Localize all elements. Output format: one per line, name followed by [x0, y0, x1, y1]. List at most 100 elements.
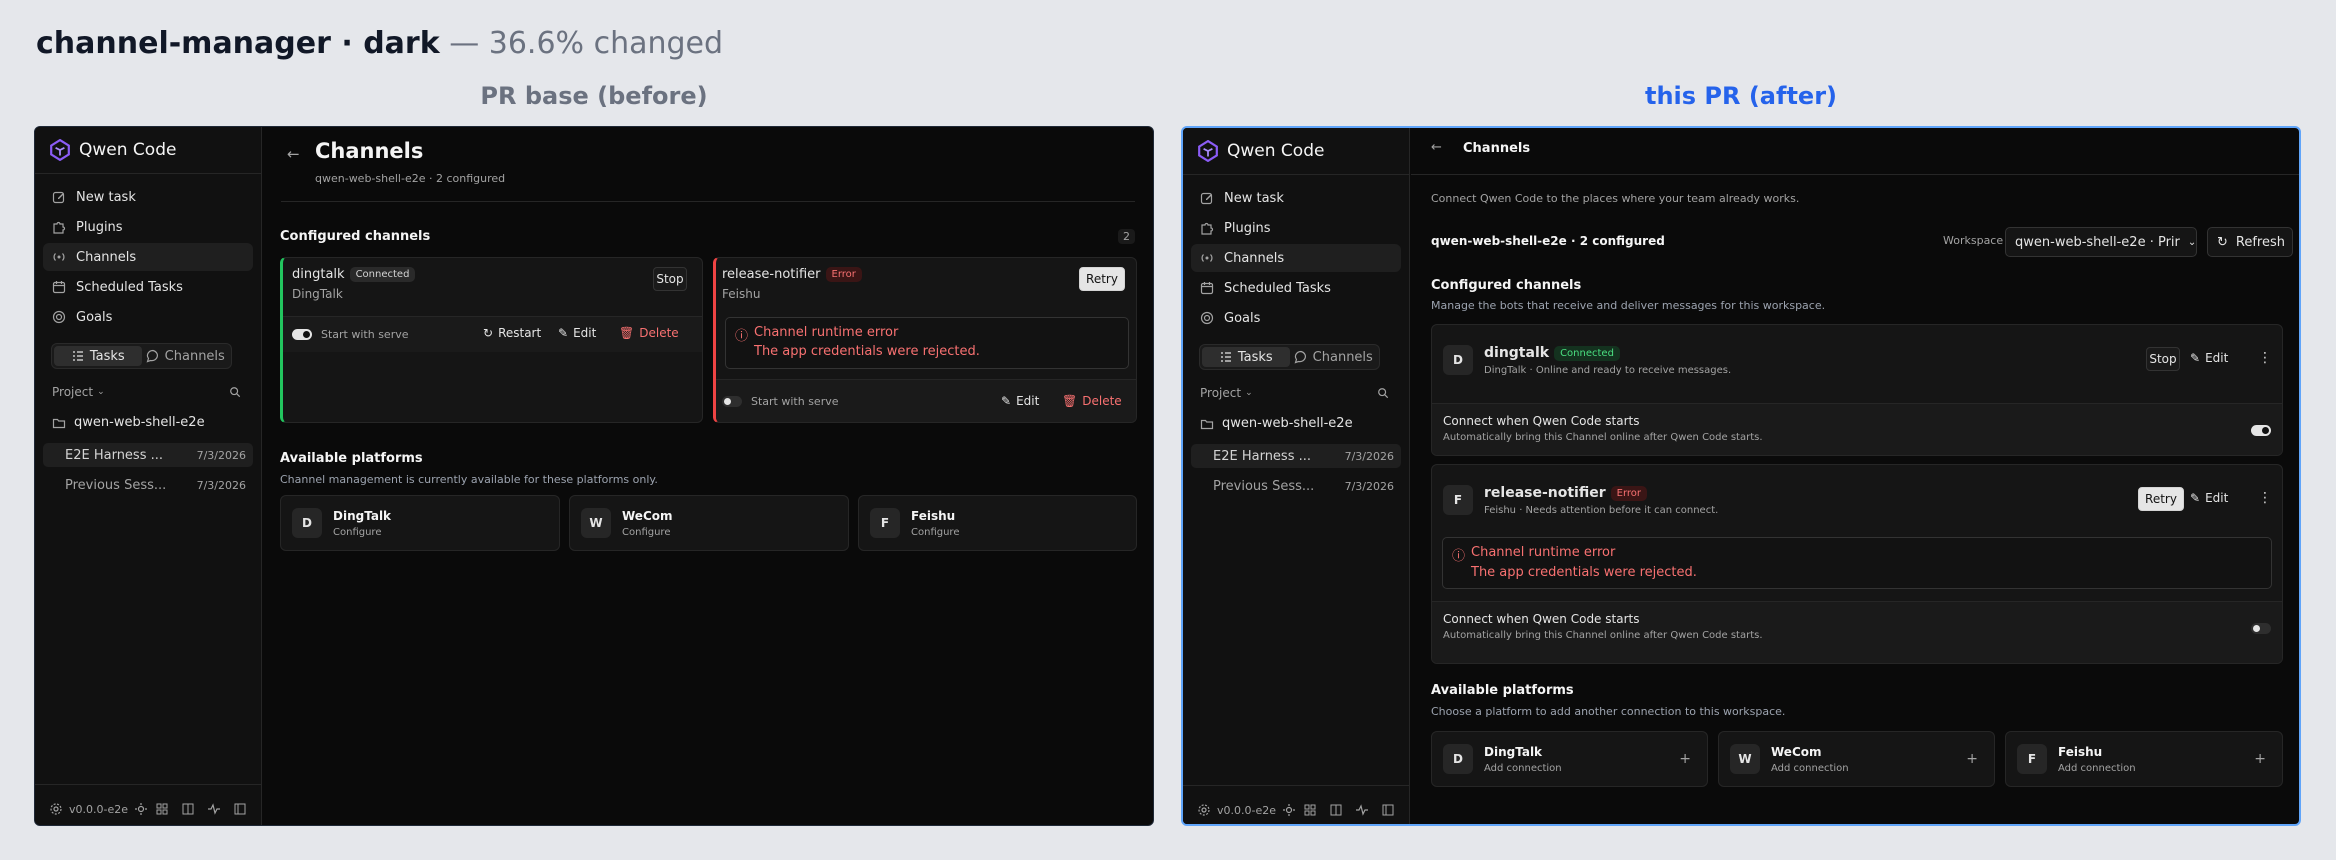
platform-card-feishu[interactable]: F Feishu Configure — [858, 495, 1137, 551]
error-box: ⓘ Channel runtime error The app credenti… — [1442, 537, 2272, 589]
platform-card-dingtalk[interactable]: D DingTalk Configure — [280, 495, 560, 551]
sun-icon[interactable] — [134, 802, 148, 816]
platform-card-wecom[interactable]: W WeCom Add connection + — [1718, 731, 1995, 787]
pencil-icon: ✎ — [2190, 491, 2201, 505]
plus-icon[interactable]: + — [1966, 751, 1978, 767]
grid-icon[interactable] — [155, 802, 169, 816]
nav-scheduled-tasks[interactable]: Scheduled Tasks — [1191, 274, 1401, 302]
start-with-serve-label: Start with serve — [321, 328, 409, 341]
sun-icon[interactable] — [1282, 803, 1296, 817]
platform-avatar: W — [581, 508, 611, 538]
sidebar-nav: New task Plugins Channels Scheduled Task… — [1191, 184, 1401, 334]
retry-button[interactable]: Retry — [1079, 267, 1125, 291]
platform-card-wecom[interactable]: W WeCom Configure — [569, 495, 849, 551]
book-icon[interactable] — [1329, 803, 1343, 817]
available-platforms-subtitle: Choose a platform to add another connect… — [1431, 705, 1786, 718]
edit-button[interactable]: ✎ Edit — [1001, 394, 1039, 408]
version-label: v0.0.0-e2e — [1217, 803, 1277, 817]
project-folder[interactable]: qwen-web-shell-e2e — [1200, 416, 1353, 431]
sidebar-nav: New task Plugins Channels Scheduled Task… — [43, 183, 253, 333]
channel-name: dingtalk Connected — [1484, 345, 1620, 361]
edit-button[interactable]: ✎ Edit — [2190, 491, 2228, 505]
refresh-button[interactable]: ↻ Refresh — [2207, 227, 2293, 257]
error-box: ⓘ Channel runtime error The app credenti… — [725, 317, 1129, 369]
tasks-toggle[interactable]: Tasks — [1202, 347, 1290, 367]
delete-button[interactable]: 🗑 Delete — [1062, 394, 1122, 408]
gear-icon[interactable] — [1197, 803, 1211, 817]
stop-button[interactable]: Stop — [653, 267, 687, 291]
grid-icon[interactable] — [1303, 803, 1317, 817]
nav-channels[interactable]: Channels — [1191, 244, 1401, 272]
nav-goals[interactable]: Goals — [1191, 304, 1401, 332]
nav-channels[interactable]: Channels — [43, 243, 253, 271]
delete-button[interactable]: 🗑 Delete — [619, 326, 679, 340]
project-dropdown[interactable]: Project ⌄ — [1200, 386, 1253, 400]
nav-plugins[interactable]: Plugins — [43, 213, 253, 241]
sidebar: Qwen Code New task Plugins Channels Sche… — [1183, 128, 1410, 824]
auto-connect-toggle[interactable] — [2251, 623, 2271, 634]
more-options-icon[interactable]: ⋮ — [2258, 350, 2272, 366]
edit-button[interactable]: ✎ Edit — [2190, 351, 2228, 365]
session-item[interactable]: E2E Harness ... 7/3/2026 — [43, 443, 253, 467]
chevron-down-icon: ⌄ — [2187, 236, 2197, 248]
list-icon — [72, 351, 83, 361]
platform-card-feishu[interactable]: F Feishu Add connection + — [2005, 731, 2283, 787]
platform-card-dingtalk[interactable]: D DingTalk Add connection + — [1431, 731, 1708, 787]
edit-button[interactable]: ✎ Edit — [558, 326, 596, 340]
session-name: Previous Sess... — [1213, 478, 1315, 494]
search-icon[interactable] — [229, 386, 241, 398]
pencil-square-icon — [1200, 192, 1213, 205]
channels-toggle[interactable]: Channels — [1290, 347, 1378, 367]
configured-channels-title: Configured channels — [1431, 278, 1582, 293]
nav-plugins[interactable]: Plugins — [1191, 214, 1401, 242]
session-item[interactable]: E2E Harness ... 7/3/2026 — [1191, 444, 1401, 468]
workspace-select[interactable]: qwen-web-shell-e2e · Prir ⌄ — [2005, 227, 2197, 257]
back-arrow-icon[interactable]: ← — [287, 145, 300, 163]
plus-icon[interactable]: + — [1679, 751, 1691, 767]
activity-icon[interactable] — [207, 802, 221, 816]
session-item[interactable]: Previous Sess... 7/3/2026 — [1191, 474, 1401, 498]
nav-scheduled-tasks[interactable]: Scheduled Tasks — [43, 273, 253, 301]
session-date: 7/3/2026 — [196, 478, 246, 492]
qwen-logo-icon — [50, 139, 70, 161]
search-icon[interactable] — [1377, 387, 1389, 399]
channels-toggle-label: Channels — [1312, 349, 1373, 365]
status-badge: Connected — [1554, 346, 1620, 361]
before-label: PR base (before) — [480, 82, 708, 110]
project-filter: Project ⌄ — [1200, 384, 1389, 402]
pencil-icon: ✎ — [2190, 351, 2201, 365]
activity-icon[interactable] — [1355, 803, 1369, 817]
page-title: Channels — [1463, 141, 1531, 156]
panel-icon[interactable] — [233, 802, 247, 816]
project-dropdown[interactable]: Project ⌄ — [52, 385, 105, 399]
nav-new-task[interactable]: New task — [43, 183, 253, 211]
channels-page: ← Channels qwen-web-shell-e2e · 2 config… — [263, 127, 1153, 825]
plus-icon[interactable]: + — [2254, 751, 2266, 767]
book-icon[interactable] — [181, 802, 195, 816]
channel-card-release-notifier: release-notifier Error Feishu Retry ⓘ Cha… — [713, 257, 1137, 423]
session-item[interactable]: Previous Sess... 7/3/2026 — [43, 473, 253, 497]
page-intro: Connect Qwen Code to the places where yo… — [1431, 192, 1800, 205]
panel-icon[interactable] — [1381, 803, 1395, 817]
nav-new-task[interactable]: New task — [1191, 184, 1401, 212]
folder-icon — [1200, 419, 1214, 429]
nav-label: New task — [76, 189, 136, 205]
auto-connect-subtitle: Automatically bring this Channel online … — [1443, 630, 1763, 641]
stop-button[interactable]: Stop — [2146, 347, 2180, 371]
brand: Qwen Code — [49, 137, 176, 163]
retry-button[interactable]: Retry — [2138, 487, 2184, 511]
channel-platform: Feishu — [722, 287, 761, 301]
start-with-serve-toggle[interactable] — [722, 396, 742, 407]
back-arrow-icon[interactable]: ← — [1431, 140, 1442, 155]
restart-button[interactable]: ↻ Restart — [483, 326, 541, 340]
platform-name: WeCom — [1771, 745, 1822, 759]
start-with-serve-toggle[interactable] — [292, 329, 312, 340]
project-folder[interactable]: qwen-web-shell-e2e — [52, 415, 205, 430]
nav-goals[interactable]: Goals — [43, 303, 253, 331]
gear-icon[interactable] — [49, 802, 63, 816]
channels-toggle[interactable]: Channels — [142, 346, 230, 366]
auto-connect-toggle[interactable] — [2251, 425, 2271, 436]
available-platforms-subtitle: Channel management is currently availabl… — [280, 473, 658, 486]
tasks-toggle[interactable]: Tasks — [54, 346, 142, 366]
more-options-icon[interactable]: ⋮ — [2258, 490, 2272, 506]
